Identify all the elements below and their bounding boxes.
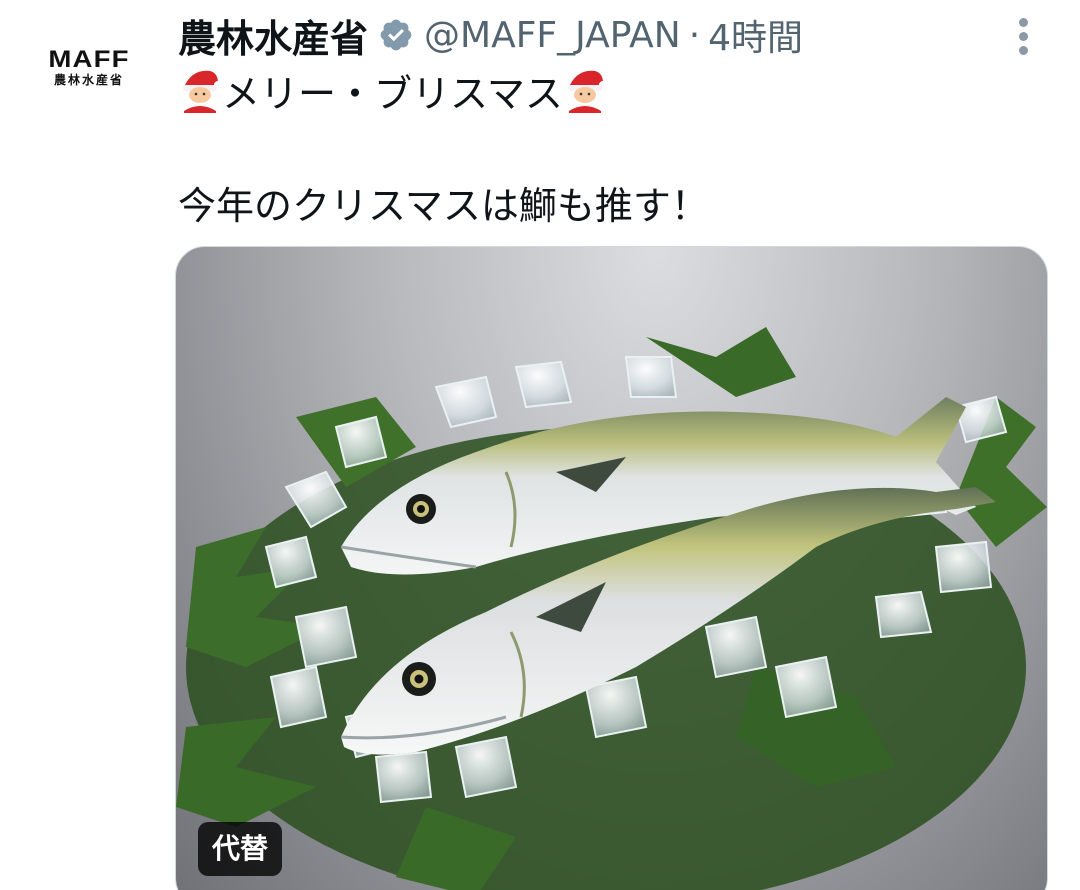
more-vertical-icon[interactable] <box>1012 18 1036 56</box>
tweet-image[interactable] <box>175 246 1048 890</box>
alt-text-badge[interactable]: 代替 <box>198 822 283 876</box>
display-name[interactable]: 農林水産省 <box>178 8 368 63</box>
santa-emoji-icon <box>567 70 607 113</box>
tweet-text-line2: 今年のクリスマスは鰤も推す！ <box>178 183 709 228</box>
timestamp[interactable]: 4時間 <box>708 9 803 61</box>
fish-photo <box>176 327 1047 890</box>
avatar[interactable]: MAFF 農林水産省 <box>28 34 150 104</box>
avatar-logo-subtext: 農林水産省 <box>53 73 124 87</box>
verified-badge-icon <box>380 19 412 51</box>
tweet[interactable]: MAFF 農林水産省 農林水産省 @MAFF_JAPAN · 4時間 メリー・ブ… <box>0 0 1080 890</box>
tweet-text-line1: メリー・ブリスマス <box>178 64 607 116</box>
santa-emoji-icon <box>183 70 222 113</box>
handle[interactable]: @MAFF_JAPAN <box>424 15 681 56</box>
tweet-header: 農林水産省 @MAFF_JAPAN · 4時間 <box>178 8 803 63</box>
tweet-text-merry: メリー・ブリスマス <box>222 71 563 116</box>
avatar-logo-text: MAFF <box>48 46 130 73</box>
separator-dot: · <box>688 14 701 56</box>
